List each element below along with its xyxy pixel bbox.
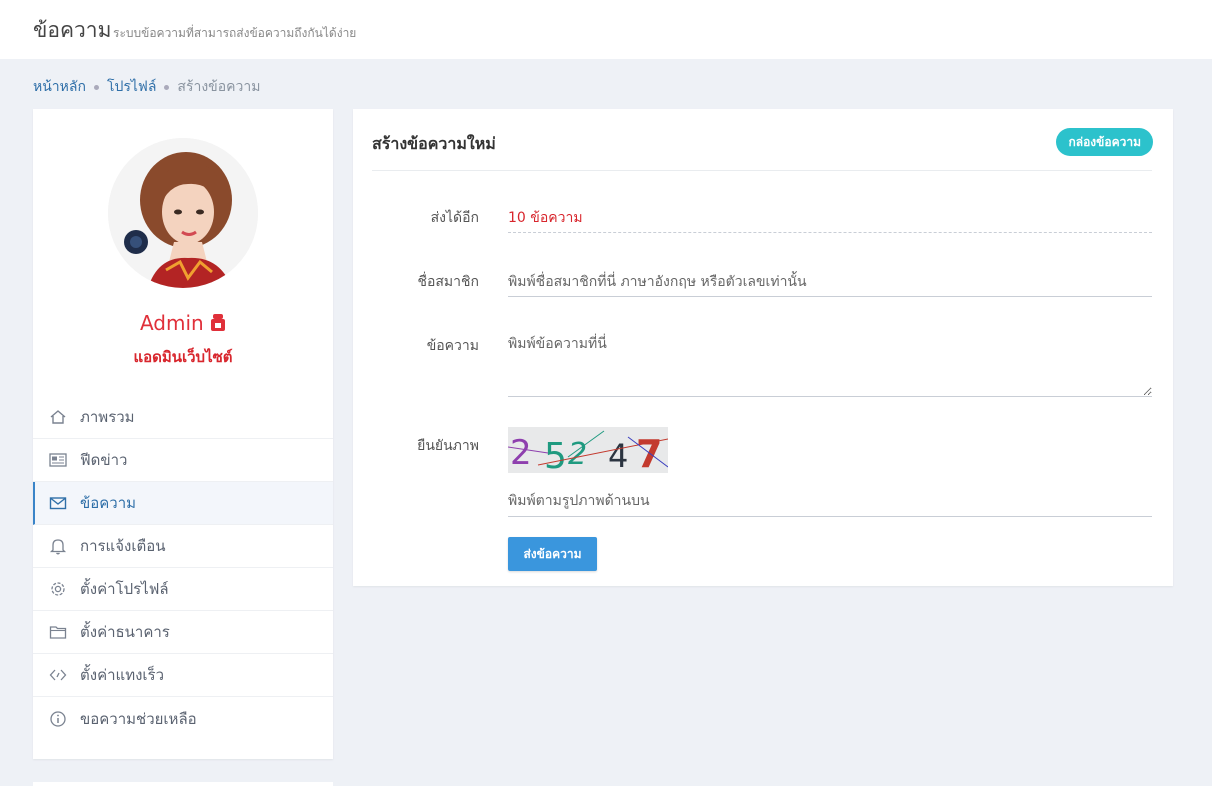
newspaper-icon (49, 451, 67, 469)
page-title: ข้อความ (33, 18, 112, 42)
captcha-digit: 2 (510, 433, 532, 473)
breadcrumb-home[interactable]: หน้าหลัก (33, 76, 86, 98)
sidebar-nav: ภาพรวม ฟีดข่าว ข้อความ การแจ้งเตือน ตั้ง… (33, 396, 333, 740)
captcha-digit: 4 (608, 437, 628, 473)
profile-sidebar: Admin แอดมินเว็บไซต์ ภาพรวม ฟีดข่าว ข้อค… (33, 109, 333, 759)
sidebar-item-bank-settings[interactable]: ตั้งค่าธนาคาร (33, 611, 333, 654)
sidebar-footer-panel (33, 782, 333, 786)
captcha-digit: 5 (544, 436, 567, 473)
remaining-value: 10 ข้อความ (508, 205, 1152, 233)
inbox-button[interactable]: กล่องข้อความ (1056, 128, 1153, 156)
sidebar-item-overview[interactable]: ภาพรวม (33, 396, 333, 439)
sidebar-item-help[interactable]: ขอความช่วยเหลือ (33, 697, 333, 740)
sidebar-item-label: ตั้งค่าแทงเร็ว (80, 666, 165, 684)
sidebar-item-quickbet-settings[interactable]: ตั้งค่าแทงเร็ว (33, 654, 333, 697)
breadcrumb-separator (93, 84, 99, 90)
send-message-button[interactable]: ส่งข้อความ (508, 537, 597, 571)
card-title: สร้างข้อความใหม่ (372, 134, 496, 153)
avatar-image (108, 138, 258, 288)
sidebar-item-label: ฟีดข่าว (80, 451, 128, 469)
member-label: ชื่อสมาชิก (417, 274, 479, 290)
breadcrumb-current: สร้างข้อความ (177, 79, 261, 95)
sidebar-item-profile-settings[interactable]: ตั้งค่าโปรไฟล์ (33, 568, 333, 611)
profile-role: แอดมินเว็บไซต์ (133, 348, 233, 366)
avatar (108, 138, 258, 288)
mail-icon (49, 494, 67, 512)
gear-icon (49, 580, 67, 598)
folder-icon (49, 623, 67, 641)
code-icon (49, 666, 67, 684)
profile-name: Admin (33, 311, 333, 335)
sidebar-item-label: ตั้งค่าโปรไฟล์ (80, 580, 169, 598)
bell-icon (49, 537, 67, 555)
captcha-input[interactable] (508, 485, 1152, 517)
sidebar-item-label: การแจ้งเตือน (80, 537, 166, 555)
captcha-label: ยืนยันภาพ (417, 438, 479, 454)
breadcrumb: หน้าหลัก โปรไฟล์ สร้างข้อความ (33, 76, 260, 98)
home-icon (49, 408, 67, 426)
message-label: ข้อความ (426, 338, 479, 354)
info-icon (49, 710, 67, 728)
sidebar-item-notifications[interactable]: การแจ้งเตือน (33, 525, 333, 568)
member-name-input[interactable] (508, 267, 1152, 297)
captcha-image: 2 5 2 4 7 (508, 427, 668, 473)
divider (372, 170, 1152, 171)
breadcrumb-profile[interactable]: โปรไฟล์ (107, 76, 156, 98)
page-subtitle: ระบบข้อความที่สามารถส่งข้อความถึงกันได้ง… (113, 26, 357, 40)
sidebar-item-messages[interactable]: ข้อความ (33, 482, 333, 525)
compose-message-card: สร้างข้อความใหม่ กล่องข้อความ ส่งได้อีก … (353, 109, 1173, 586)
page-header: ข้อความ ระบบข้อความที่สามารถส่งข้อความถึ… (0, 0, 1212, 59)
remaining-label: ส่งได้อีก (430, 210, 479, 226)
sidebar-item-newsfeed[interactable]: ฟีดข่าว (33, 439, 333, 482)
admin-badge-icon (210, 311, 226, 335)
message-textarea[interactable] (508, 331, 1152, 397)
breadcrumb-separator (164, 84, 170, 90)
sidebar-item-label: ภาพรวม (80, 408, 135, 426)
sidebar-item-label: ข้อความ (80, 494, 137, 512)
sidebar-item-label: ขอความช่วยเหลือ (80, 709, 197, 728)
sidebar-item-label: ตั้งค่าธนาคาร (80, 623, 170, 641)
